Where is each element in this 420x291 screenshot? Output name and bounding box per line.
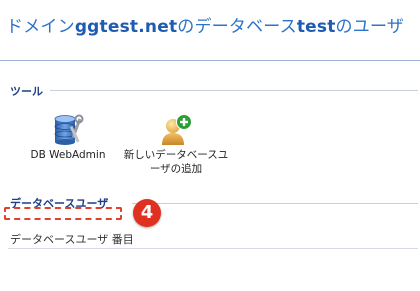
page-title: ドメインggtest.netのデータベースtestのユーザ [6, 12, 404, 37]
callout-number-badge: 4 [133, 199, 161, 227]
add-db-user-label-line2: ーザの追加 [149, 163, 203, 175]
db-webadmin-tool[interactable]: DB WebAdmin [28, 114, 108, 162]
title-middle: のデータベース [177, 17, 297, 37]
db-users-column-divider [8, 248, 418, 249]
title-db: test [296, 17, 336, 37]
title-suffix: のユーザ [335, 17, 405, 37]
add-db-user-tool[interactable]: 新しいデータベースユ ーザの追加 [120, 114, 232, 176]
title-prefix: ドメイン [6, 17, 75, 37]
callout-highlight-box [4, 207, 122, 220]
db-users-column-header: データベースユーザ 番目 [10, 233, 134, 246]
tools-section-header: ツール [10, 85, 43, 98]
add-db-user-label-line1: 新しいデータベースユ [123, 149, 229, 161]
title-divider [0, 60, 420, 61]
db-webadmin-label: DB WebAdmin [30, 149, 106, 161]
add-user-icon [162, 114, 192, 145]
tools-section-divider [50, 90, 418, 91]
db-users-section-divider [132, 203, 418, 204]
title-domain: ggtest.net [74, 17, 178, 37]
database-tools-icon [54, 114, 84, 145]
